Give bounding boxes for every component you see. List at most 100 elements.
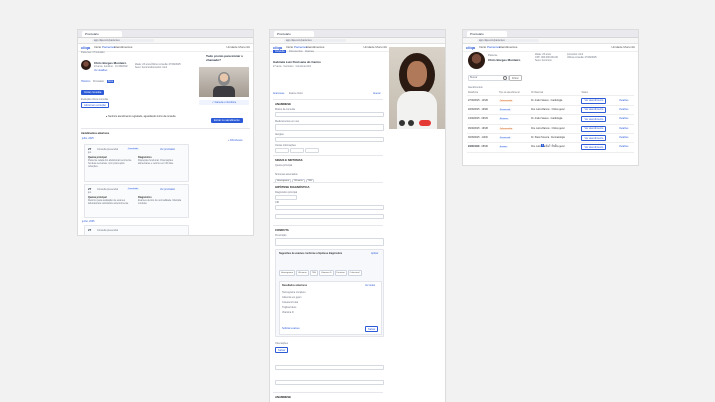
table-row[interactable]: 30/05/2025 · 11h00 Presencial Dr. Paulo Te… bbox=[467, 133, 634, 144]
cid-input-2[interactable] bbox=[275, 214, 384, 219]
table-row[interactable]: 06/06/2025 · 16h45 Teleconsulta Dra. Luiza… bbox=[467, 124, 634, 134]
medicamentos-input[interactable] bbox=[275, 124, 384, 131]
tab-docs[interactable]: Docs bbox=[106, 80, 115, 83]
table-row[interactable]: 27/06/2025 · 14h30 Teleconsulta Dr. André … bbox=[467, 95, 634, 106]
tab-documentos[interactable]: Documentos bbox=[289, 50, 302, 53]
tab-exames[interactable]: Exames bbox=[305, 50, 314, 53]
nav-item-atendimentos[interactable]: Atendimentos bbox=[499, 44, 517, 51]
symptom-chips: Hemograma Glicemia TSH bbox=[275, 168, 382, 186]
chip[interactable]: TSH bbox=[309, 270, 318, 276]
add-evolucao-button[interactable]: Adicionar evolução bbox=[81, 102, 109, 108]
browser-tab[interactable]: Prontuário bbox=[82, 31, 122, 37]
page-5[interactable]: 5 bbox=[555, 144, 556, 147]
results-title: Resultados anteriores bbox=[282, 284, 308, 287]
cell-status: Ver atendimento bbox=[580, 133, 619, 144]
cell-professional: Dr. André Soares · Cardiologia bbox=[530, 95, 581, 106]
save-button[interactable]: Salvar bbox=[275, 347, 289, 353]
results-link[interactable]: Ver todos bbox=[365, 284, 375, 287]
chip[interactable]: Colesterol bbox=[347, 270, 362, 276]
view-button[interactable]: Ver atendimento bbox=[581, 97, 607, 104]
search-icon[interactable] bbox=[503, 76, 507, 80]
details-link[interactable]: Detalhes bbox=[618, 142, 634, 153]
section-anamnese: ANAMNESE bbox=[275, 102, 292, 106]
view-button[interactable]: Ver atendimento bbox=[581, 144, 607, 151]
history-filter[interactable]: + Filtro/busca bbox=[228, 139, 242, 142]
prescricao-input[interactable] bbox=[275, 238, 384, 246]
alergias-input[interactable] bbox=[275, 137, 384, 142]
browser-tab[interactable]: Prontuário bbox=[467, 31, 507, 37]
details-link[interactable]: Detalhes bbox=[618, 124, 634, 134]
meta-right: Último consulta: 27/06/2025 Convênio: Am… bbox=[151, 63, 181, 69]
page-1[interactable]: 1 bbox=[541, 144, 545, 147]
mic-icon[interactable] bbox=[399, 120, 405, 126]
cell-professional: Dr. Paulo Teixeira · Dermatologia bbox=[530, 133, 581, 144]
entry-link[interactable]: Ver prontuário bbox=[160, 148, 175, 151]
field-label: Motivo da consulta bbox=[275, 108, 295, 111]
extra-input[interactable] bbox=[275, 380, 384, 385]
attach-link[interactable]: Anexar bbox=[373, 92, 381, 95]
page-2[interactable]: 2 bbox=[546, 144, 547, 147]
end-call-icon[interactable] bbox=[419, 120, 431, 126]
type-badge: Presencial bbox=[498, 137, 512, 140]
select-b[interactable] bbox=[290, 148, 304, 153]
entry-col2: Exames dentro da normalidade. Mantida co… bbox=[138, 199, 182, 205]
section-hipotese: HIPÓTESE DIAGNÓSTICA bbox=[275, 185, 310, 189]
nav-item-atendimentos[interactable]: Atendimentos bbox=[114, 44, 132, 51]
view-button[interactable]: Ver atendimento bbox=[581, 135, 607, 142]
camera-icon[interactable] bbox=[408, 120, 414, 126]
mid-subtabs: Anamnese Exame físico bbox=[273, 92, 303, 95]
view-button[interactable]: Ver atendimento bbox=[581, 106, 607, 113]
profile-meta: Idade: 23 anos CPF: 000.000.000-00 Sexo:… bbox=[535, 53, 558, 62]
suggest-apply-link[interactable]: Aplicar bbox=[371, 252, 378, 255]
user-menu[interactable]: Unidade Morumbi bbox=[611, 44, 635, 51]
tab-prontuario[interactable]: Prontuário bbox=[93, 80, 104, 83]
tab-historico[interactable]: Histórico bbox=[81, 80, 90, 83]
results-list: Hemograma completo Glicemia em jejum Col… bbox=[282, 290, 306, 315]
tab-consulta[interactable]: Consulta bbox=[273, 50, 287, 53]
entry-link[interactable]: Ver prontuário bbox=[160, 188, 175, 191]
enter-call-button[interactable]: Entrar no atendimento bbox=[211, 118, 243, 123]
card-save-button[interactable]: Salvar bbox=[365, 326, 379, 332]
start-consult-button[interactable]: Iniciar consulta bbox=[81, 90, 105, 95]
chip[interactable]: Glicemia bbox=[296, 270, 309, 276]
table-row[interactable]: 20/06/2025 · 10h00 Presencial Dra. Luiza R… bbox=[467, 105, 634, 116]
subtab-exame-fisico[interactable]: Exame físico bbox=[289, 92, 303, 95]
cell-professional: Dr. André Soares · Cardiologia bbox=[530, 114, 581, 125]
user-menu[interactable]: Unidade Morumbi bbox=[226, 44, 250, 51]
page-4[interactable]: 4 bbox=[552, 144, 553, 147]
page-3[interactable]: 3 bbox=[549, 144, 550, 147]
chip[interactable]: Hemograma bbox=[279, 270, 296, 276]
user-menu[interactable]: Unidade Morumbi bbox=[363, 44, 387, 51]
cell-date: 20/06/2025 · 10h00 bbox=[467, 105, 498, 116]
view-button[interactable]: Ver atendimento bbox=[581, 125, 607, 132]
table-row[interactable]: 13/06/2025 · 09h15 Retorno Dr. André Soare… bbox=[467, 114, 634, 125]
details-link[interactable]: Detalhes bbox=[618, 95, 634, 106]
nav-item-inicio[interactable]: Início bbox=[94, 44, 101, 51]
meta-sex: Sexo: Feminino bbox=[135, 66, 152, 69]
details-link[interactable]: Detalhes bbox=[618, 133, 634, 144]
chip[interactable]: Ferritina bbox=[334, 270, 347, 276]
select-c[interactable] bbox=[305, 148, 319, 153]
entry-col1: Paciente relata dor abdominal recorrente… bbox=[88, 159, 132, 168]
entry-month: jun bbox=[88, 191, 92, 194]
view-button[interactable]: Ver atendimento bbox=[581, 116, 607, 123]
entry-type: Consulta presencial bbox=[97, 188, 118, 191]
browser-tab[interactable]: Prontuário bbox=[274, 31, 314, 37]
subtab-anamnese[interactable]: Anamnese bbox=[273, 92, 284, 95]
per-page-select[interactable]: Exibir 10 ▾ bbox=[468, 145, 479, 148]
diagnostico-select[interactable] bbox=[275, 195, 297, 200]
details-link[interactable]: Detalhes bbox=[618, 114, 634, 125]
nav-item-inicio[interactable]: Início bbox=[479, 44, 486, 51]
results-card: Resultados anteriores Ver todos Hemogram… bbox=[279, 281, 382, 335]
motivo-input[interactable] bbox=[275, 112, 384, 117]
filter-button[interactable]: Filtrar bbox=[509, 75, 522, 81]
url-text: app.cliqa.com/pacientes bbox=[284, 39, 346, 42]
chip[interactable]: Vitamina D bbox=[318, 270, 334, 276]
orientacoes-input[interactable] bbox=[275, 365, 384, 370]
details-link[interactable]: Detalhes bbox=[618, 105, 634, 116]
patient-details-link[interactable]: Ver detalhes bbox=[94, 69, 107, 72]
select-a[interactable] bbox=[275, 148, 289, 153]
url-text: app.cliqa.com/pacientes bbox=[477, 39, 539, 42]
cid-input[interactable] bbox=[275, 205, 384, 210]
request-exams-link[interactable]: Solicitar exames bbox=[282, 327, 300, 330]
